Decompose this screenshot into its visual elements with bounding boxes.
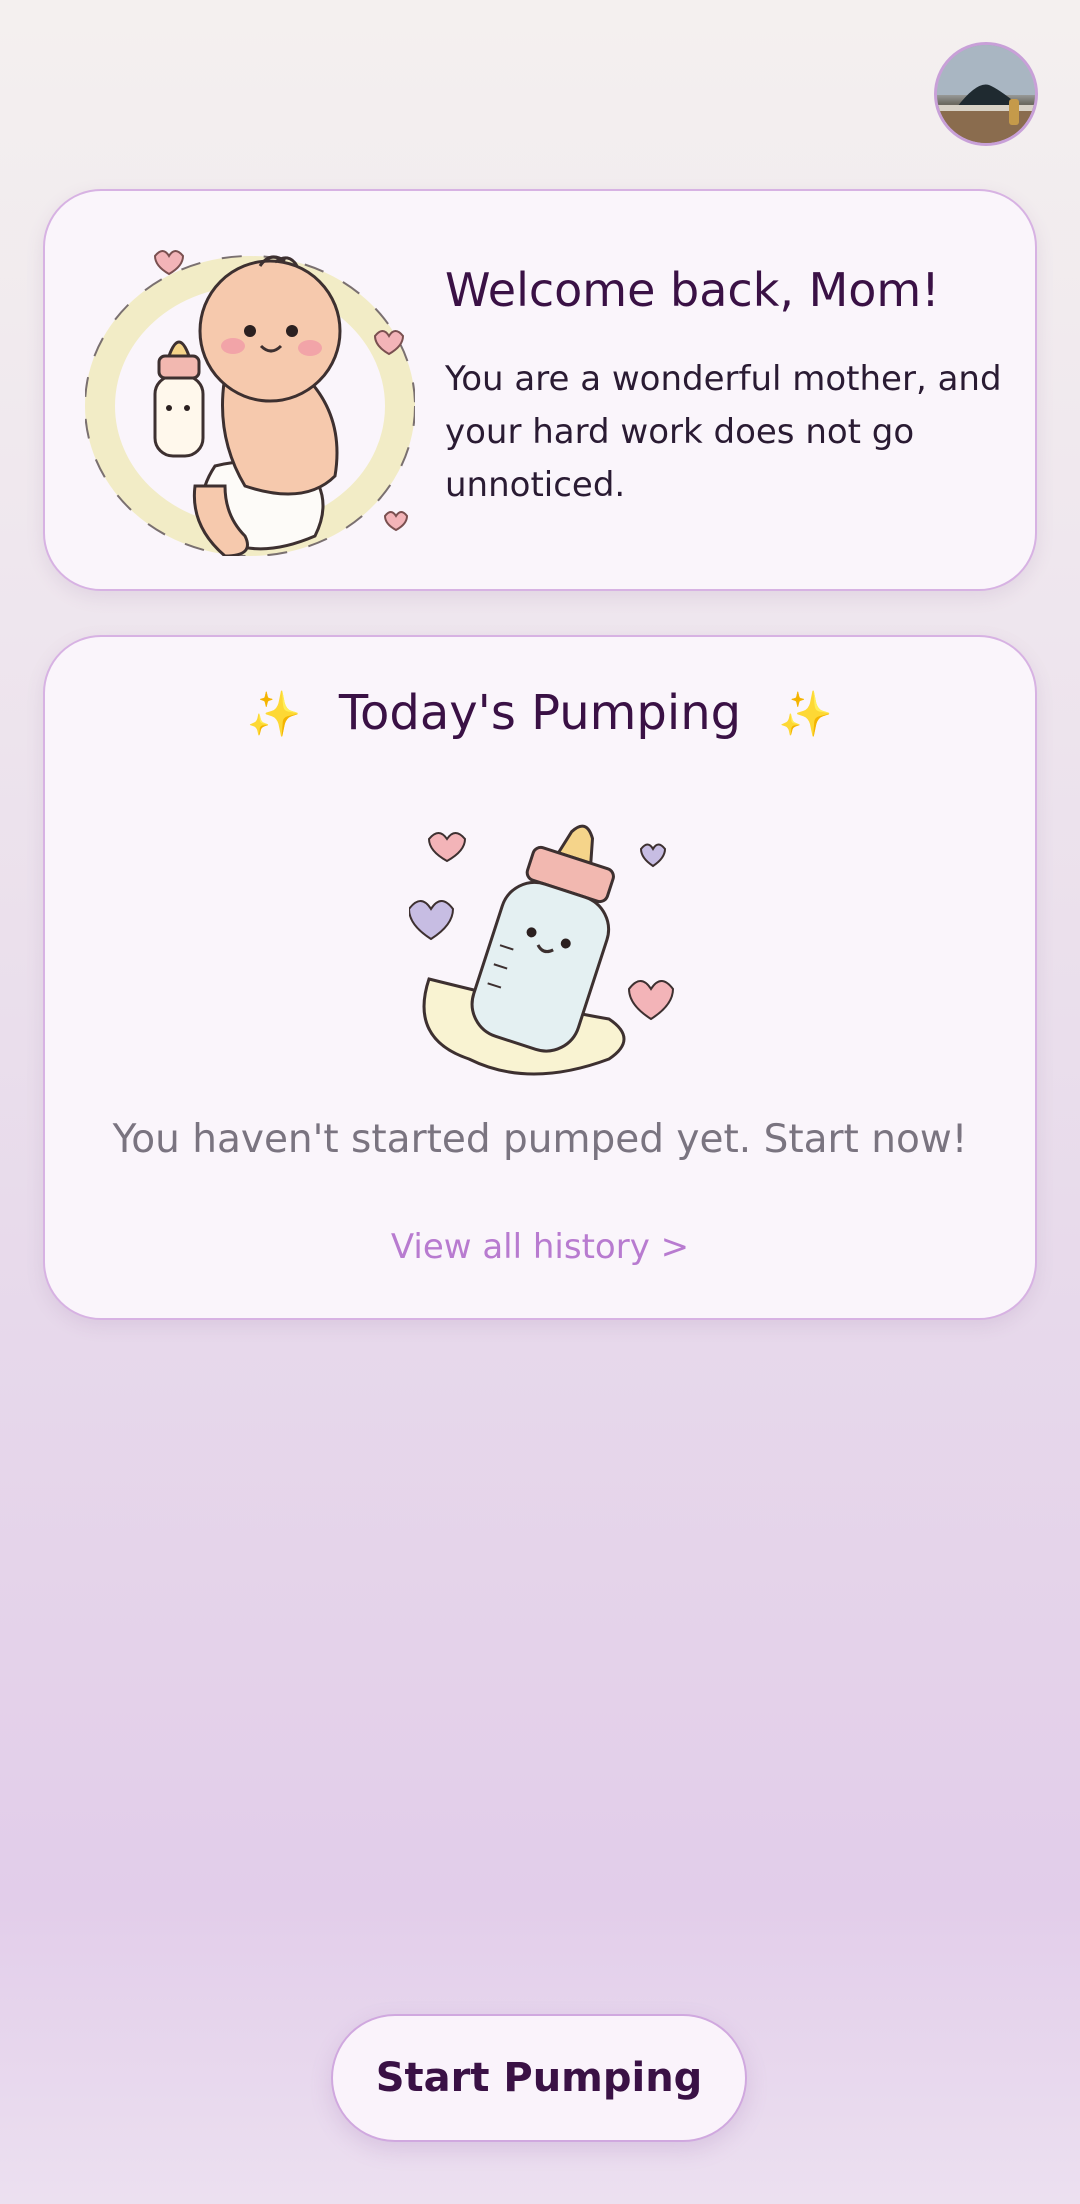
- pumping-status-text: You haven't started pumped yet. Start no…: [112, 1117, 968, 1162]
- baby-bottle-illustration: [409, 824, 675, 1076]
- pumping-title: Today's Pumping: [338, 685, 742, 741]
- start-pumping-button[interactable]: Start Pumping: [331, 2014, 747, 2142]
- view-history-link[interactable]: View all history >: [45, 1227, 1035, 1267]
- todays-pumping-card: ✨ Today's Pumping ✨ You haven't started …: [43, 635, 1037, 1320]
- sparkle-icon: ✨: [778, 689, 834, 740]
- welcome-card: Welcome back, Mom! You are a wonderful m…: [43, 189, 1037, 591]
- profile-photo-icon: [937, 45, 1035, 143]
- sparkle-icon: ✨: [246, 689, 302, 740]
- baby-with-bottle-illustration: [85, 250, 415, 556]
- welcome-title: Welcome back, Mom!: [445, 263, 940, 317]
- pumping-header: ✨ Today's Pumping ✨: [45, 685, 1035, 741]
- welcome-message: You are a wonderful mother, and your har…: [445, 359, 1002, 505]
- avatar[interactable]: [934, 42, 1038, 146]
